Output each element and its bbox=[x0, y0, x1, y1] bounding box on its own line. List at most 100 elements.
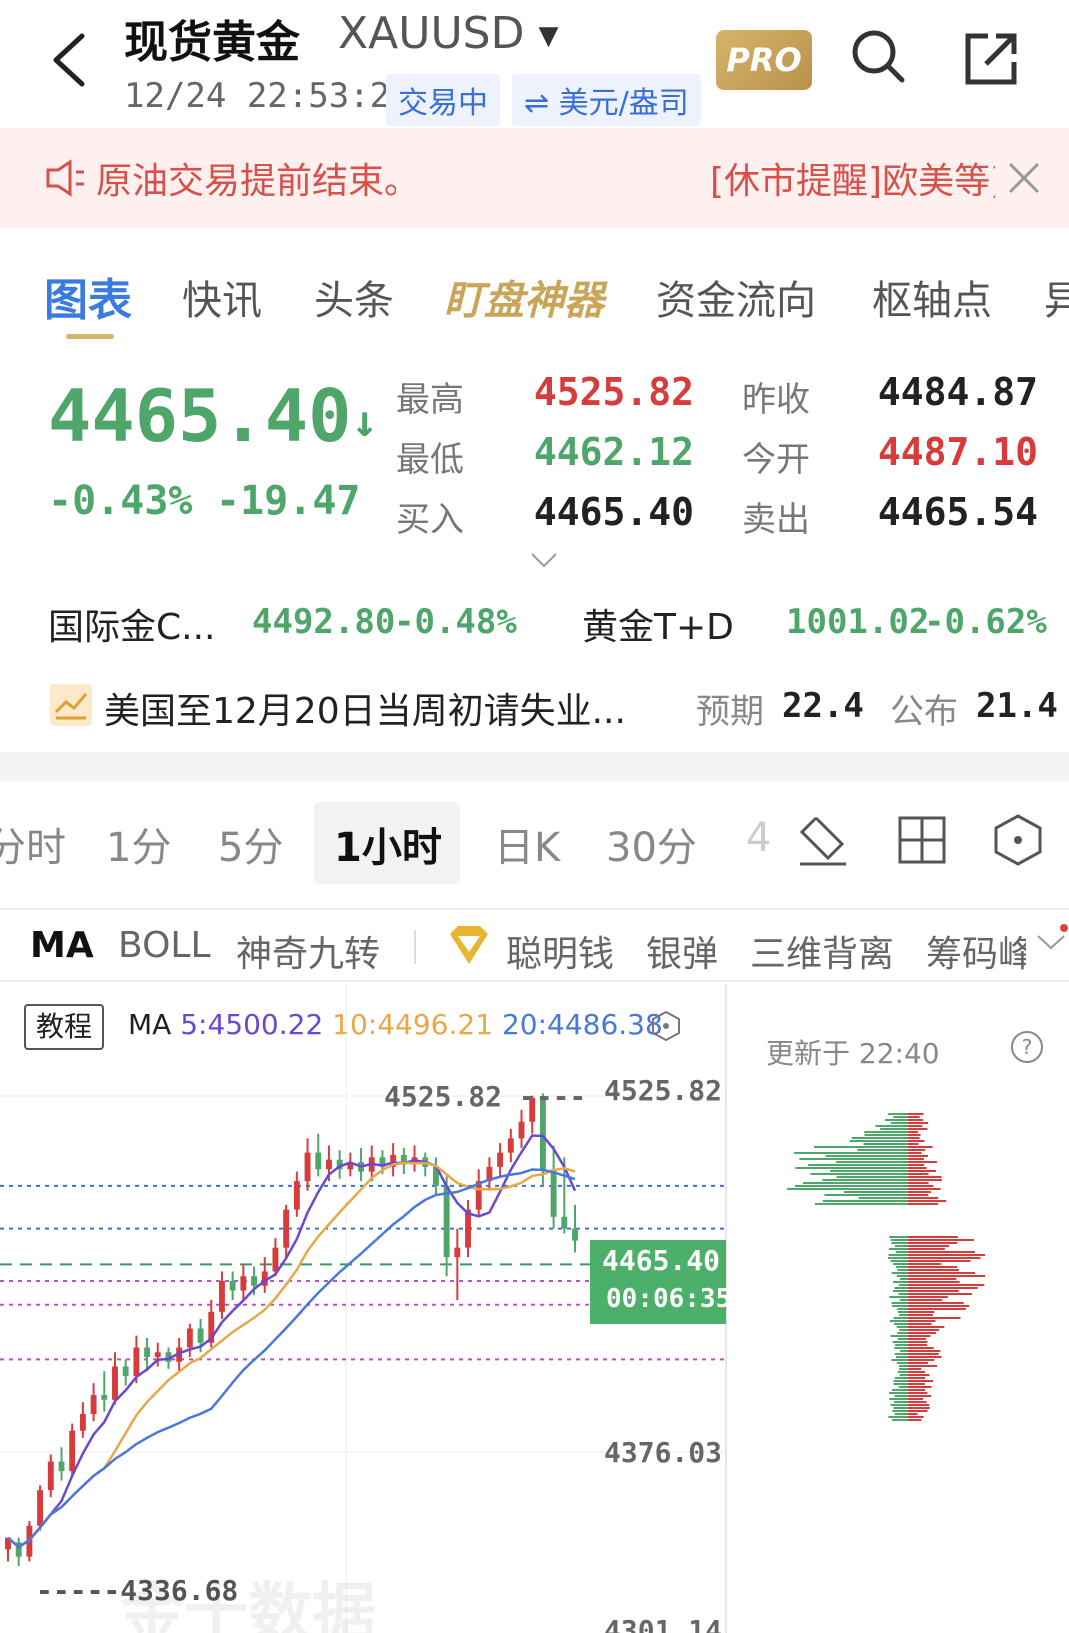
candle-body bbox=[572, 1228, 578, 1241]
candle-body bbox=[497, 1152, 504, 1167]
ma20-line bbox=[7, 1168, 576, 1549]
bid-value: 4465.40 bbox=[533, 490, 694, 534]
candle-body bbox=[112, 1366, 118, 1400]
timeframe-more[interactable]: 4 bbox=[746, 815, 771, 861]
indicator-divider bbox=[0, 980, 1069, 982]
related-item-2[interactable]: 黄金T+D 1001.02 -0.62% bbox=[582, 598, 1047, 648]
pro-badge[interactable]: PRO bbox=[716, 30, 812, 90]
indicator-chip-peak[interactable]: 筹码峰 bbox=[926, 925, 1026, 977]
countdown-label: 00:06:35 bbox=[606, 1284, 732, 1314]
low-value: 4462.12 bbox=[533, 430, 694, 474]
tab-active-underline bbox=[66, 334, 114, 339]
indicator-expand-button[interactable] bbox=[1034, 924, 1068, 958]
tab-headlines[interactable]: 头条 bbox=[314, 268, 394, 326]
indicator-silver-bullet[interactable]: 银弹 bbox=[646, 925, 718, 977]
timeframe-30m[interactable]: 30分 bbox=[606, 815, 697, 873]
candle-body bbox=[293, 1181, 300, 1210]
actual-label: 公布 bbox=[890, 692, 958, 732]
prev-close-label: 昨收 bbox=[742, 380, 810, 420]
trend-chart-icon bbox=[50, 684, 92, 726]
expected-label: 预期 bbox=[696, 692, 764, 732]
tab-pivot[interactable]: 枢轴点 bbox=[872, 268, 992, 326]
candle-body bbox=[454, 1247, 461, 1258]
related-name: 国际金C... bbox=[48, 607, 216, 648]
tab-fund-flow[interactable]: 资金流向 bbox=[656, 268, 816, 326]
layout-grid-button[interactable] bbox=[896, 814, 948, 866]
related-item-1[interactable]: 国际金C... 4492.80 -0.48% bbox=[48, 598, 518, 648]
timeframe-daily[interactable]: 日K bbox=[494, 815, 560, 873]
candle-body bbox=[561, 1216, 568, 1229]
candle-body bbox=[79, 1414, 86, 1431]
tab-more[interactable]: 异 bbox=[1044, 268, 1069, 326]
candle-body bbox=[219, 1280, 225, 1312]
notice-banner: 原油交易提前结束。 [休市提醒]欧美等] bbox=[0, 128, 1069, 228]
related-pct: -0.62% bbox=[924, 602, 1047, 642]
symbol-selector[interactable]: XAUUSD ▼ bbox=[338, 8, 558, 59]
tab-flash[interactable]: 快讯 bbox=[182, 268, 262, 326]
candle-body bbox=[197, 1328, 204, 1343]
open-label: 今开 bbox=[742, 440, 810, 480]
bid-label: 买入 bbox=[396, 500, 464, 540]
candle-body bbox=[518, 1121, 525, 1139]
share-button[interactable] bbox=[962, 28, 1022, 88]
candle-body bbox=[58, 1461, 65, 1472]
high-marker-label: 4525.82 ---- bbox=[384, 1080, 587, 1113]
trading-status-chip: 交易中 bbox=[386, 74, 500, 126]
actual-value: 21.4 bbox=[976, 686, 1058, 726]
ma5-line bbox=[7, 1134, 577, 1549]
indicator-magic-nine[interactable]: 神奇九转 bbox=[236, 925, 380, 977]
timeframe-5m[interactable]: 5分 bbox=[218, 815, 283, 873]
search-icon bbox=[852, 30, 905, 83]
candle-body bbox=[251, 1276, 257, 1286]
toolbar-divider bbox=[0, 908, 1069, 910]
candle-body bbox=[90, 1395, 97, 1415]
unit-toggle-chip[interactable]: ⇌ 美元/盎司 bbox=[512, 74, 701, 126]
drawing-tool-button[interactable] bbox=[796, 812, 852, 868]
axis-label-mid: 4376.03 bbox=[604, 1436, 723, 1469]
page-title: 现货黄金 bbox=[124, 17, 300, 68]
chart-settings-button[interactable] bbox=[990, 812, 1046, 868]
timeframe-1h[interactable]: 1小时 bbox=[334, 815, 442, 873]
timeframe-tick[interactable]: 分时 bbox=[0, 815, 66, 873]
change-percent: -0.43% bbox=[48, 478, 193, 524]
candle-body bbox=[507, 1138, 514, 1153]
notice-text-right: [休市提醒]欧美等] bbox=[710, 161, 995, 202]
caret-down-icon: ▼ bbox=[538, 21, 559, 51]
candle-body bbox=[122, 1366, 129, 1377]
axis-label-top: 4525.82 bbox=[604, 1074, 723, 1107]
tab-monitor[interactable]: 盯盘神器 bbox=[444, 268, 604, 326]
notice-close-button[interactable] bbox=[1004, 158, 1044, 198]
candle-body bbox=[240, 1276, 247, 1291]
candle-body bbox=[47, 1461, 54, 1491]
timeframe-1m[interactable]: 1分 bbox=[106, 815, 171, 873]
grid-icon bbox=[898, 816, 946, 864]
candle-body bbox=[272, 1247, 279, 1272]
candle-body bbox=[154, 1352, 161, 1358]
symbol-code: XAUUSD bbox=[338, 8, 525, 59]
drawing-pen-icon bbox=[799, 816, 846, 866]
indicator-3d-divergence[interactable]: 三维背离 bbox=[750, 925, 894, 977]
back-button[interactable] bbox=[44, 28, 94, 88]
candle-body bbox=[133, 1347, 140, 1377]
indicator-ma[interactable]: MA bbox=[30, 925, 94, 966]
low-label: 最低 bbox=[396, 440, 464, 480]
section-divider bbox=[0, 752, 1069, 782]
indicator-smart-money[interactable]: 聪明钱 bbox=[506, 925, 614, 977]
chevron-left-icon bbox=[53, 33, 85, 87]
expand-quote-button[interactable] bbox=[528, 548, 560, 572]
ask-value: 4465.54 bbox=[877, 490, 1038, 534]
candle-body bbox=[550, 1169, 557, 1217]
related-name: 黄金T+D bbox=[582, 607, 734, 648]
high-label: 最高 bbox=[396, 380, 464, 420]
search-button[interactable] bbox=[848, 26, 908, 86]
notice-text-left: 原油交易提前结束。 bbox=[96, 161, 396, 202]
tab-chart[interactable]: 图表 bbox=[44, 264, 132, 328]
indicator-boll[interactable]: BOLL bbox=[118, 925, 211, 966]
prev-close-value: 4484.87 bbox=[877, 370, 1038, 414]
ma10-line bbox=[7, 1161, 576, 1549]
economic-event-row[interactable]: 美国至12月20日当周初请失业... 预期 22.4 公布 21.4 bbox=[48, 680, 1058, 732]
chevron-down-icon bbox=[531, 553, 557, 568]
candle-body bbox=[229, 1280, 236, 1291]
related-price: 1001.02 bbox=[786, 602, 930, 642]
candle-body bbox=[315, 1152, 322, 1170]
